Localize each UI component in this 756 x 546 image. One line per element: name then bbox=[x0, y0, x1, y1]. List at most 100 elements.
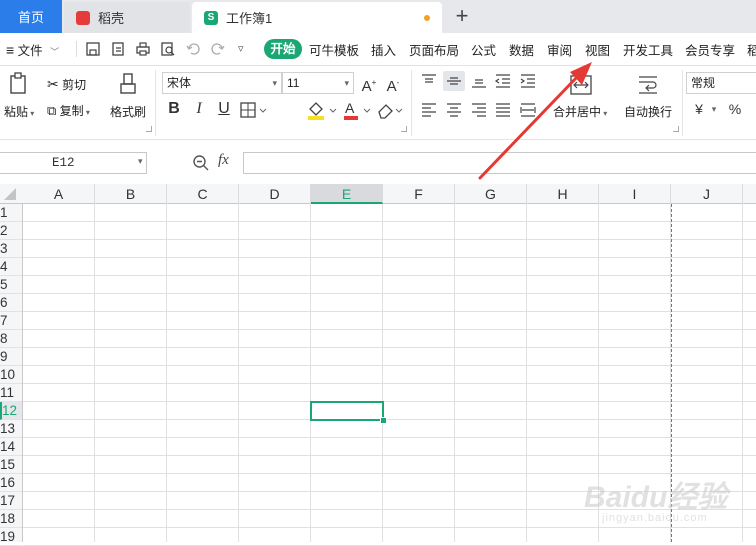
row-header[interactable]: 8 bbox=[0, 330, 22, 348]
tab-daoke[interactable]: 稻壳 bbox=[64, 2, 190, 33]
align-middle-icon[interactable] bbox=[445, 73, 463, 89]
column-header[interactable]: F bbox=[383, 184, 455, 204]
decrease-indent-icon[interactable] bbox=[494, 73, 512, 89]
row-header[interactable]: 16 bbox=[0, 474, 22, 492]
menu-overflow[interactable]: 稻 bbox=[747, 40, 756, 59]
column-header[interactable]: B bbox=[95, 184, 167, 204]
fill-handle[interactable] bbox=[380, 417, 387, 424]
redo-icon[interactable] bbox=[210, 41, 226, 57]
chevron-down-icon[interactable]: ▾ bbox=[138, 156, 143, 167]
paste-button[interactable]: 粘贴 ▾ bbox=[4, 103, 34, 120]
italic-icon[interactable]: I bbox=[189, 99, 209, 119]
fill-color-icon[interactable] bbox=[306, 99, 340, 121]
save-icon[interactable] bbox=[85, 41, 101, 57]
column-header[interactable]: G bbox=[455, 184, 527, 204]
row-header[interactable]: 19 bbox=[0, 528, 22, 546]
row-header[interactable]: 17 bbox=[0, 492, 22, 510]
cut-button[interactable]: ✂ 剪切 bbox=[47, 76, 86, 93]
menu-formula[interactable]: 公式 bbox=[471, 40, 496, 59]
font-name-select[interactable]: 宋体 ▾ bbox=[162, 72, 282, 94]
select-all-icon[interactable] bbox=[4, 188, 16, 200]
copy-button[interactable]: ⧉ 复制 ▾ bbox=[47, 102, 90, 119]
row-header[interactable]: 13 bbox=[0, 420, 22, 438]
tab-workbook[interactable]: S 工作簿1 bbox=[192, 2, 442, 33]
menu-template[interactable]: 可牛模板 bbox=[309, 40, 359, 59]
eraser-icon[interactable] bbox=[376, 99, 406, 121]
bold-icon[interactable]: B bbox=[164, 99, 184, 119]
font-color-icon[interactable]: A bbox=[342, 99, 374, 121]
name-box[interactable]: E12 bbox=[0, 152, 147, 174]
row-header[interactable]: 12 bbox=[0, 402, 22, 420]
number-format-select[interactable]: 常规 bbox=[686, 72, 756, 94]
font-dialog-launcher[interactable] bbox=[401, 126, 407, 132]
align-bottom-icon[interactable] bbox=[470, 73, 488, 89]
decrease-font-icon[interactable]: A- bbox=[382, 73, 404, 97]
underline-icon[interactable]: U bbox=[214, 99, 234, 119]
align-right-icon[interactable] bbox=[470, 102, 488, 118]
print-icon[interactable] bbox=[135, 41, 151, 57]
clipboard-dialog-launcher[interactable] bbox=[146, 126, 152, 132]
format-painter-button[interactable]: 格式刷 bbox=[110, 103, 146, 120]
justify-icon[interactable] bbox=[494, 102, 512, 118]
tab-home[interactable]: 首页 bbox=[0, 0, 62, 33]
align-top-icon[interactable] bbox=[420, 73, 438, 89]
fx-icon[interactable]: fx bbox=[218, 152, 229, 169]
menu-developer[interactable]: 开发工具 bbox=[623, 40, 673, 59]
file-menu[interactable]: ≡ 文件 ﹀ bbox=[6, 40, 59, 59]
alignment-dialog-launcher[interactable] bbox=[673, 126, 679, 132]
row-header[interactable]: 4 bbox=[0, 258, 22, 276]
undo-icon[interactable] bbox=[185, 41, 201, 57]
wrap-text-icon[interactable] bbox=[636, 74, 660, 96]
row-header[interactable]: 9 bbox=[0, 348, 22, 366]
menu-page-layout[interactable]: 页面布局 bbox=[409, 40, 459, 59]
menu-start[interactable]: 开始 bbox=[264, 39, 302, 59]
active-cell[interactable] bbox=[310, 401, 384, 421]
menu-data[interactable]: 数据 bbox=[509, 40, 534, 59]
increase-indent-icon[interactable] bbox=[519, 73, 537, 89]
menu-member[interactable]: 会员专享 bbox=[685, 40, 735, 59]
merge-center-icon[interactable] bbox=[569, 74, 593, 96]
row-header[interactable]: 3 bbox=[0, 240, 22, 258]
file-menu-label: 文件 bbox=[17, 44, 43, 58]
row-header[interactable]: 1 bbox=[0, 204, 22, 222]
paste-icon[interactable] bbox=[8, 72, 30, 96]
currency-icon[interactable]: ¥ bbox=[691, 99, 707, 119]
menu-insert[interactable]: 插入 bbox=[371, 40, 396, 59]
row-header[interactable]: 6 bbox=[0, 294, 22, 312]
merge-center-button[interactable]: 合并居中 ▾ bbox=[553, 103, 607, 120]
formula-input[interactable] bbox=[243, 152, 756, 174]
row-header[interactable]: 14 bbox=[0, 438, 22, 456]
percent-icon[interactable]: % bbox=[727, 99, 743, 119]
quick-access-more-icon[interactable]: ▿ bbox=[238, 42, 244, 55]
column-header[interactable]: I bbox=[599, 184, 671, 204]
column-header[interactable]: H bbox=[527, 184, 599, 204]
export-pdf-icon[interactable] bbox=[110, 41, 126, 57]
zoom-formula-icon[interactable] bbox=[192, 154, 210, 172]
chevron-down-icon[interactable]: ▾ bbox=[709, 99, 719, 119]
column-header[interactable]: E bbox=[311, 184, 383, 204]
column-header[interactable]: D bbox=[239, 184, 311, 204]
align-left-icon[interactable] bbox=[420, 102, 438, 118]
distributed-align-icon[interactable] bbox=[519, 102, 537, 118]
increase-font-icon[interactable]: A+ bbox=[358, 73, 380, 97]
border-icon[interactable] bbox=[240, 101, 270, 119]
menu-view[interactable]: 视图 bbox=[585, 40, 610, 59]
row-header[interactable]: 15 bbox=[0, 456, 22, 474]
font-size-select[interactable]: 11 ▾ bbox=[282, 72, 354, 94]
row-header-bar: 1 2 3 4 5 6 7 8 9 10 11 12 13 14 15 16 17 18 19 bbox=[0, 204, 23, 546]
row-header[interactable]: 2 bbox=[0, 222, 22, 240]
row-header[interactable]: 10 bbox=[0, 366, 22, 384]
row-header[interactable]: 5 bbox=[0, 276, 22, 294]
column-header[interactable]: C bbox=[167, 184, 239, 204]
column-header[interactable]: A bbox=[23, 184, 95, 204]
menu-review[interactable]: 审阅 bbox=[547, 40, 572, 59]
row-header[interactable]: 11 bbox=[0, 384, 22, 402]
print-preview-icon[interactable] bbox=[160, 41, 176, 57]
new-tab-button[interactable]: + bbox=[450, 3, 474, 29]
align-center-icon[interactable] bbox=[445, 102, 463, 118]
row-header[interactable]: 18 bbox=[0, 510, 22, 528]
column-header[interactable]: J bbox=[671, 184, 743, 204]
row-header[interactable]: 7 bbox=[0, 312, 22, 330]
format-painter-icon[interactable] bbox=[118, 72, 138, 96]
wrap-text-button[interactable]: 自动换行 bbox=[624, 103, 672, 120]
